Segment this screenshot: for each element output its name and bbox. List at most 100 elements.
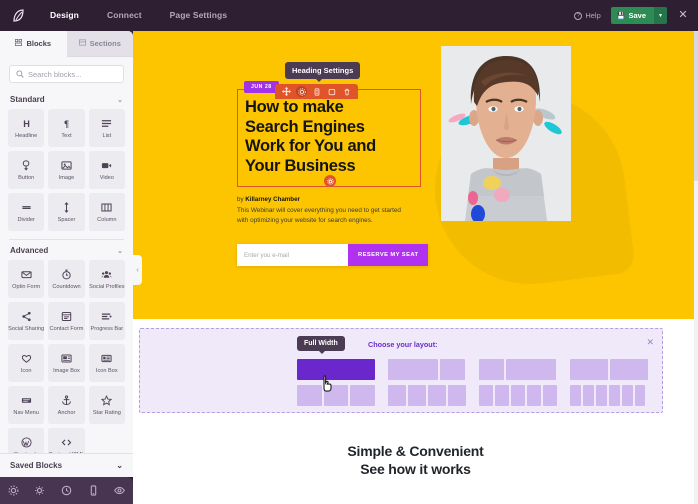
help-label: Help	[585, 11, 601, 20]
block-label: Progress Bar	[90, 325, 124, 332]
layout-cell	[582, 385, 594, 406]
color-palette-icon[interactable]	[31, 482, 49, 500]
search-input[interactable]	[28, 69, 117, 79]
block-tile-image-box[interactable]: Image Box	[48, 344, 85, 382]
duplicate-copy-icon[interactable]	[326, 86, 337, 97]
move-arrows-icon[interactable]	[281, 86, 292, 97]
block-tile-social-profiles[interactable]: Social Profiles	[88, 260, 125, 298]
panel-collapse-handle[interactable]: ‹	[133, 255, 142, 285]
close-icon[interactable]: ✕	[676, 10, 690, 21]
nav-item-page-settings[interactable]: Page Settings	[156, 0, 242, 31]
block-tile-image[interactable]: Image	[48, 151, 85, 189]
image-icon	[61, 159, 72, 173]
block-tile-star-rating[interactable]: Star Rating	[88, 386, 125, 424]
edit-pencil-icon[interactable]	[311, 86, 322, 97]
block-tile-progress-bar[interactable]: Progress Bar	[88, 302, 125, 340]
heart-icon	[21, 352, 32, 366]
layout-4-column[interactable]	[388, 385, 466, 406]
layout-1-column[interactable]	[297, 359, 375, 380]
block-tile-list[interactable]: List	[88, 109, 125, 147]
block-tile-nav-menu[interactable]: Nav Menu	[8, 386, 45, 424]
block-tile-icon-box[interactable]: Icon Box	[88, 344, 125, 382]
block-tile-video[interactable]: Video	[88, 151, 125, 189]
layout-cell	[407, 385, 426, 406]
layout-cell	[543, 385, 557, 406]
group-header-advanced[interactable]: Advanced ⌄	[0, 240, 133, 260]
star-icon	[101, 394, 113, 408]
top-nav: Design Connect Page Settings	[36, 0, 241, 31]
block-tile-anchor[interactable]: Anchor	[48, 386, 85, 424]
layout-2-column-equal[interactable]	[570, 359, 648, 380]
save-dropdown-button[interactable]: ▼	[654, 7, 667, 24]
block-tile-social-sharing[interactable]: Social Sharing	[8, 302, 45, 340]
email-field[interactable]	[237, 244, 348, 266]
leaf-logo-icon[interactable]	[0, 0, 36, 31]
gear-settings-icon[interactable]	[4, 482, 22, 500]
paragraph-pilcrow-icon: ¶	[61, 117, 72, 131]
spacer-arrows-icon	[61, 201, 72, 215]
close-icon[interactable]: ✕	[646, 337, 654, 348]
block-tile-optin-form[interactable]: Optin Form	[8, 260, 45, 298]
history-clock-icon[interactable]	[57, 482, 75, 500]
svg-text:H: H	[23, 119, 30, 129]
block-tile-divider[interactable]: Divider	[8, 193, 45, 231]
canvas-scrollbar[interactable]	[694, 31, 698, 504]
block-tile-icon[interactable]: Icon	[8, 344, 45, 382]
floppy-disk-icon: 💾	[616, 12, 626, 20]
layout-cell	[634, 385, 646, 406]
layout-2-column-narrow-wide[interactable]	[479, 359, 557, 380]
block-tile-contact-form[interactable]: Contact Form	[48, 302, 85, 340]
layout-cell	[570, 385, 581, 406]
block-settings-handle[interactable]	[324, 175, 336, 187]
chevron-down-icon: ⌄	[117, 96, 123, 104]
block-tile-column[interactable]: Column	[88, 193, 125, 231]
nav-item-design[interactable]: Design	[36, 0, 93, 31]
blocks-scroll-area[interactable]: Standard ⌄ H Headline ¶ Text List Button…	[0, 89, 133, 461]
block-tile-countdown[interactable]: Countdown	[48, 260, 85, 298]
block-tile-button[interactable]: Button	[8, 151, 45, 189]
layout-picker-panel[interactable]: Full Width Choose your layout: ✕	[139, 328, 663, 413]
wordpress-icon	[21, 436, 32, 450]
block-label: Social Profiles	[89, 283, 125, 290]
layout-5-column[interactable]	[479, 385, 557, 406]
saved-blocks-header[interactable]: Saved Blocks ⌄	[0, 454, 133, 477]
save-button[interactable]: 💾 Save	[610, 7, 654, 24]
hero-portrait-image[interactable]	[441, 46, 571, 221]
gear-settings-icon[interactable]	[296, 86, 307, 97]
svg-text:¶: ¶	[64, 119, 69, 129]
layout-6-column[interactable]	[570, 385, 648, 406]
nav-item-connect[interactable]: Connect	[93, 0, 156, 31]
page-builder-app: Design Connect Page Settings ? Help 💾 Sa…	[0, 0, 698, 504]
contact-form-icon	[61, 310, 72, 324]
bottom-dock	[0, 477, 133, 504]
people-group-icon	[101, 268, 112, 282]
layout-3-column[interactable]	[297, 385, 376, 406]
trash-delete-icon[interactable]	[341, 86, 352, 97]
search-wrapper	[0, 57, 133, 89]
tab-blocks[interactable]: Blocks	[0, 31, 67, 57]
optin-form[interactable]: RESERVE MY SEAT	[237, 244, 429, 266]
layout-cell	[595, 385, 607, 406]
block-tile-spacer[interactable]: Spacer	[48, 193, 85, 231]
block-tile-text[interactable]: ¶ Text	[48, 109, 85, 147]
group-title-advanced: Advanced	[10, 246, 49, 255]
tab-sections[interactable]: Sections	[66, 31, 133, 57]
canvas-scrollbar-thumb[interactable]	[694, 31, 698, 181]
bottom-section[interactable]: Simple & Convenient See how it works	[133, 420, 698, 504]
block-label: Headline	[15, 132, 38, 139]
search-box[interactable]	[9, 65, 124, 83]
help-button[interactable]: ? Help	[574, 11, 601, 20]
eye-preview-icon[interactable]	[111, 482, 129, 500]
mobile-device-icon[interactable]	[84, 482, 102, 500]
block-tile-headline[interactable]: H Headline	[8, 109, 45, 147]
editor-canvas[interactable]: Heading Settings JUN 28 How to make Sear…	[133, 31, 698, 504]
group-header-standard[interactable]: Standard ⌄	[0, 89, 133, 109]
reserve-my-seat-button[interactable]: RESERVE MY SEAT	[348, 244, 429, 266]
byline: by Killarney Chamber	[237, 196, 421, 203]
button-click-icon	[21, 159, 32, 173]
layout-2-column-wide-narrow[interactable]	[388, 359, 466, 380]
hero-section[interactable]: Heading Settings JUN 28 How to make Sear…	[133, 31, 698, 319]
save-label: Save	[628, 11, 646, 20]
block-label: Contact Form	[49, 325, 84, 332]
headline-line-2: Search Engines	[245, 117, 365, 136]
